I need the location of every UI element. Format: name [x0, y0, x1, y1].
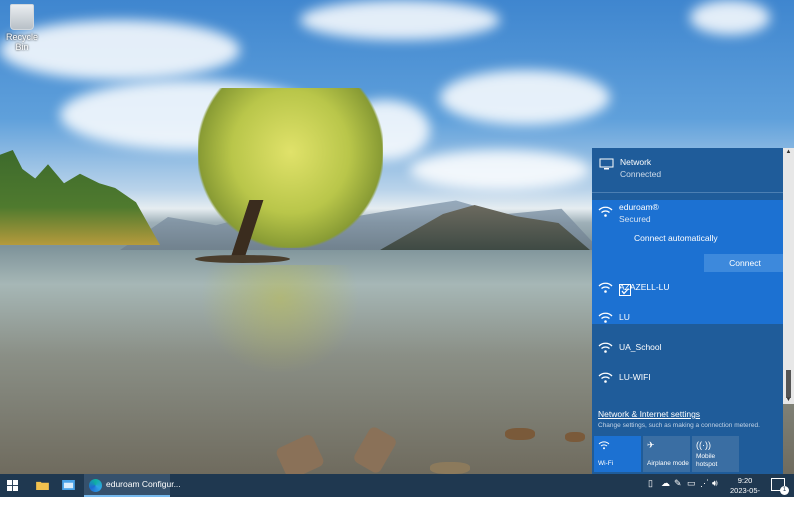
- wifi-toggle[interactable]: Wi-Fi: [594, 436, 641, 472]
- network-status: Connected: [620, 169, 662, 179]
- start-button[interactable]: [0, 474, 24, 497]
- connect-button[interactable]: Connect: [704, 254, 786, 272]
- wifi-icon: [598, 440, 610, 452]
- scroll-up-icon[interactable]: ▲: [783, 148, 794, 156]
- taskbar-clock[interactable]: 9:20 2023-05-18: [726, 476, 764, 506]
- file-explorer-button[interactable]: [30, 474, 54, 497]
- scroll-down-icon[interactable]: ▼: [783, 396, 794, 404]
- wifi-secured-icon: [598, 342, 613, 353]
- mobile-hotspot-label: Mobile hotspot: [696, 453, 718, 468]
- windows-logo-icon: [6, 480, 18, 491]
- network-list-item[interactable]: LU: [592, 306, 783, 334]
- volume-icon[interactable]: 🔊︎: [712, 478, 718, 489]
- taskbar-app-label: eduroam Configur...: [106, 479, 181, 489]
- notification-center-icon[interactable]: 1: [771, 478, 789, 495]
- usb-device-icon[interactable]: ▯: [648, 478, 653, 489]
- notification-count-badge: 1: [780, 486, 789, 495]
- wifi-toggle-label: Wi-Fi: [598, 460, 614, 467]
- network-tray-icon[interactable]: ⋰: [700, 478, 709, 489]
- network-ssid: eduroam®: [619, 202, 659, 212]
- recycle-bin-label: Recycle Bin: [5, 32, 38, 52]
- airplane-icon: ✈: [647, 440, 655, 450]
- network-list-item[interactable]: AZAZELL-LU: [592, 276, 783, 304]
- wifi-secured-icon: [598, 312, 613, 323]
- mobile-hotspot-toggle[interactable]: ((·)) Mobile hotspot: [692, 436, 739, 472]
- taskbar-app-eduroam[interactable]: eduroam Configur...: [84, 474, 181, 497]
- network-security: Secured: [619, 214, 651, 224]
- wifi-secured-icon: [598, 282, 613, 293]
- wifi-secured-icon: [598, 206, 613, 217]
- network-ssid: LU: [619, 312, 630, 322]
- network-ssid: AZAZELL-LU: [619, 282, 670, 292]
- network-settings-description: Change settings, such as making a connec…: [598, 422, 760, 429]
- battery-icon[interactable]: ▭: [687, 478, 696, 489]
- recycle-bin-icon: [10, 4, 34, 30]
- airplane-mode-label: Airplane mode: [647, 460, 689, 467]
- network-internet-settings-link[interactable]: Network & Internet settings: [598, 409, 700, 419]
- taskbar: eduroam Configur... ▯ ☁ ✎ ▭ ⋰ 🔊︎ 9:20 20…: [0, 474, 794, 505]
- app-window-icon: [61, 480, 75, 490]
- store-app-button[interactable]: [56, 474, 80, 497]
- network-title: Network: [620, 157, 652, 167]
- clock-date: 2023-05-18: [729, 486, 761, 505]
- wifi-secured-icon: [598, 372, 613, 383]
- network-ssid: UA_School: [619, 342, 662, 352]
- network-status-header[interactable]: Network Connected: [592, 148, 783, 193]
- recycle-bin-shortcut[interactable]: Recycle Bin: [4, 4, 40, 52]
- pen-icon[interactable]: ✎: [674, 478, 682, 489]
- network-flyout: Network Connected eduroam® Secured Conne…: [592, 148, 786, 474]
- network-ssid: LU-WIFI: [619, 372, 651, 382]
- cloud-icon[interactable]: ☁: [661, 478, 670, 489]
- airplane-mode-toggle[interactable]: ✈ Airplane mode: [643, 436, 690, 472]
- monitor-network-icon: [599, 158, 614, 170]
- flyout-scrollbar[interactable]: ▲ ▼: [783, 148, 794, 404]
- folder-icon: [35, 481, 49, 490]
- hotspot-icon: ((·)): [696, 440, 711, 450]
- network-list-item[interactable]: UA_School: [592, 336, 783, 364]
- scrollbar-thumb[interactable]: [786, 370, 791, 398]
- connect-automatically-label: Connect automatically: [634, 233, 718, 243]
- network-list-item[interactable]: LU-WIFI: [592, 366, 783, 394]
- clock-time: 9:20: [737, 476, 753, 485]
- edge-browser-icon: [89, 479, 102, 492]
